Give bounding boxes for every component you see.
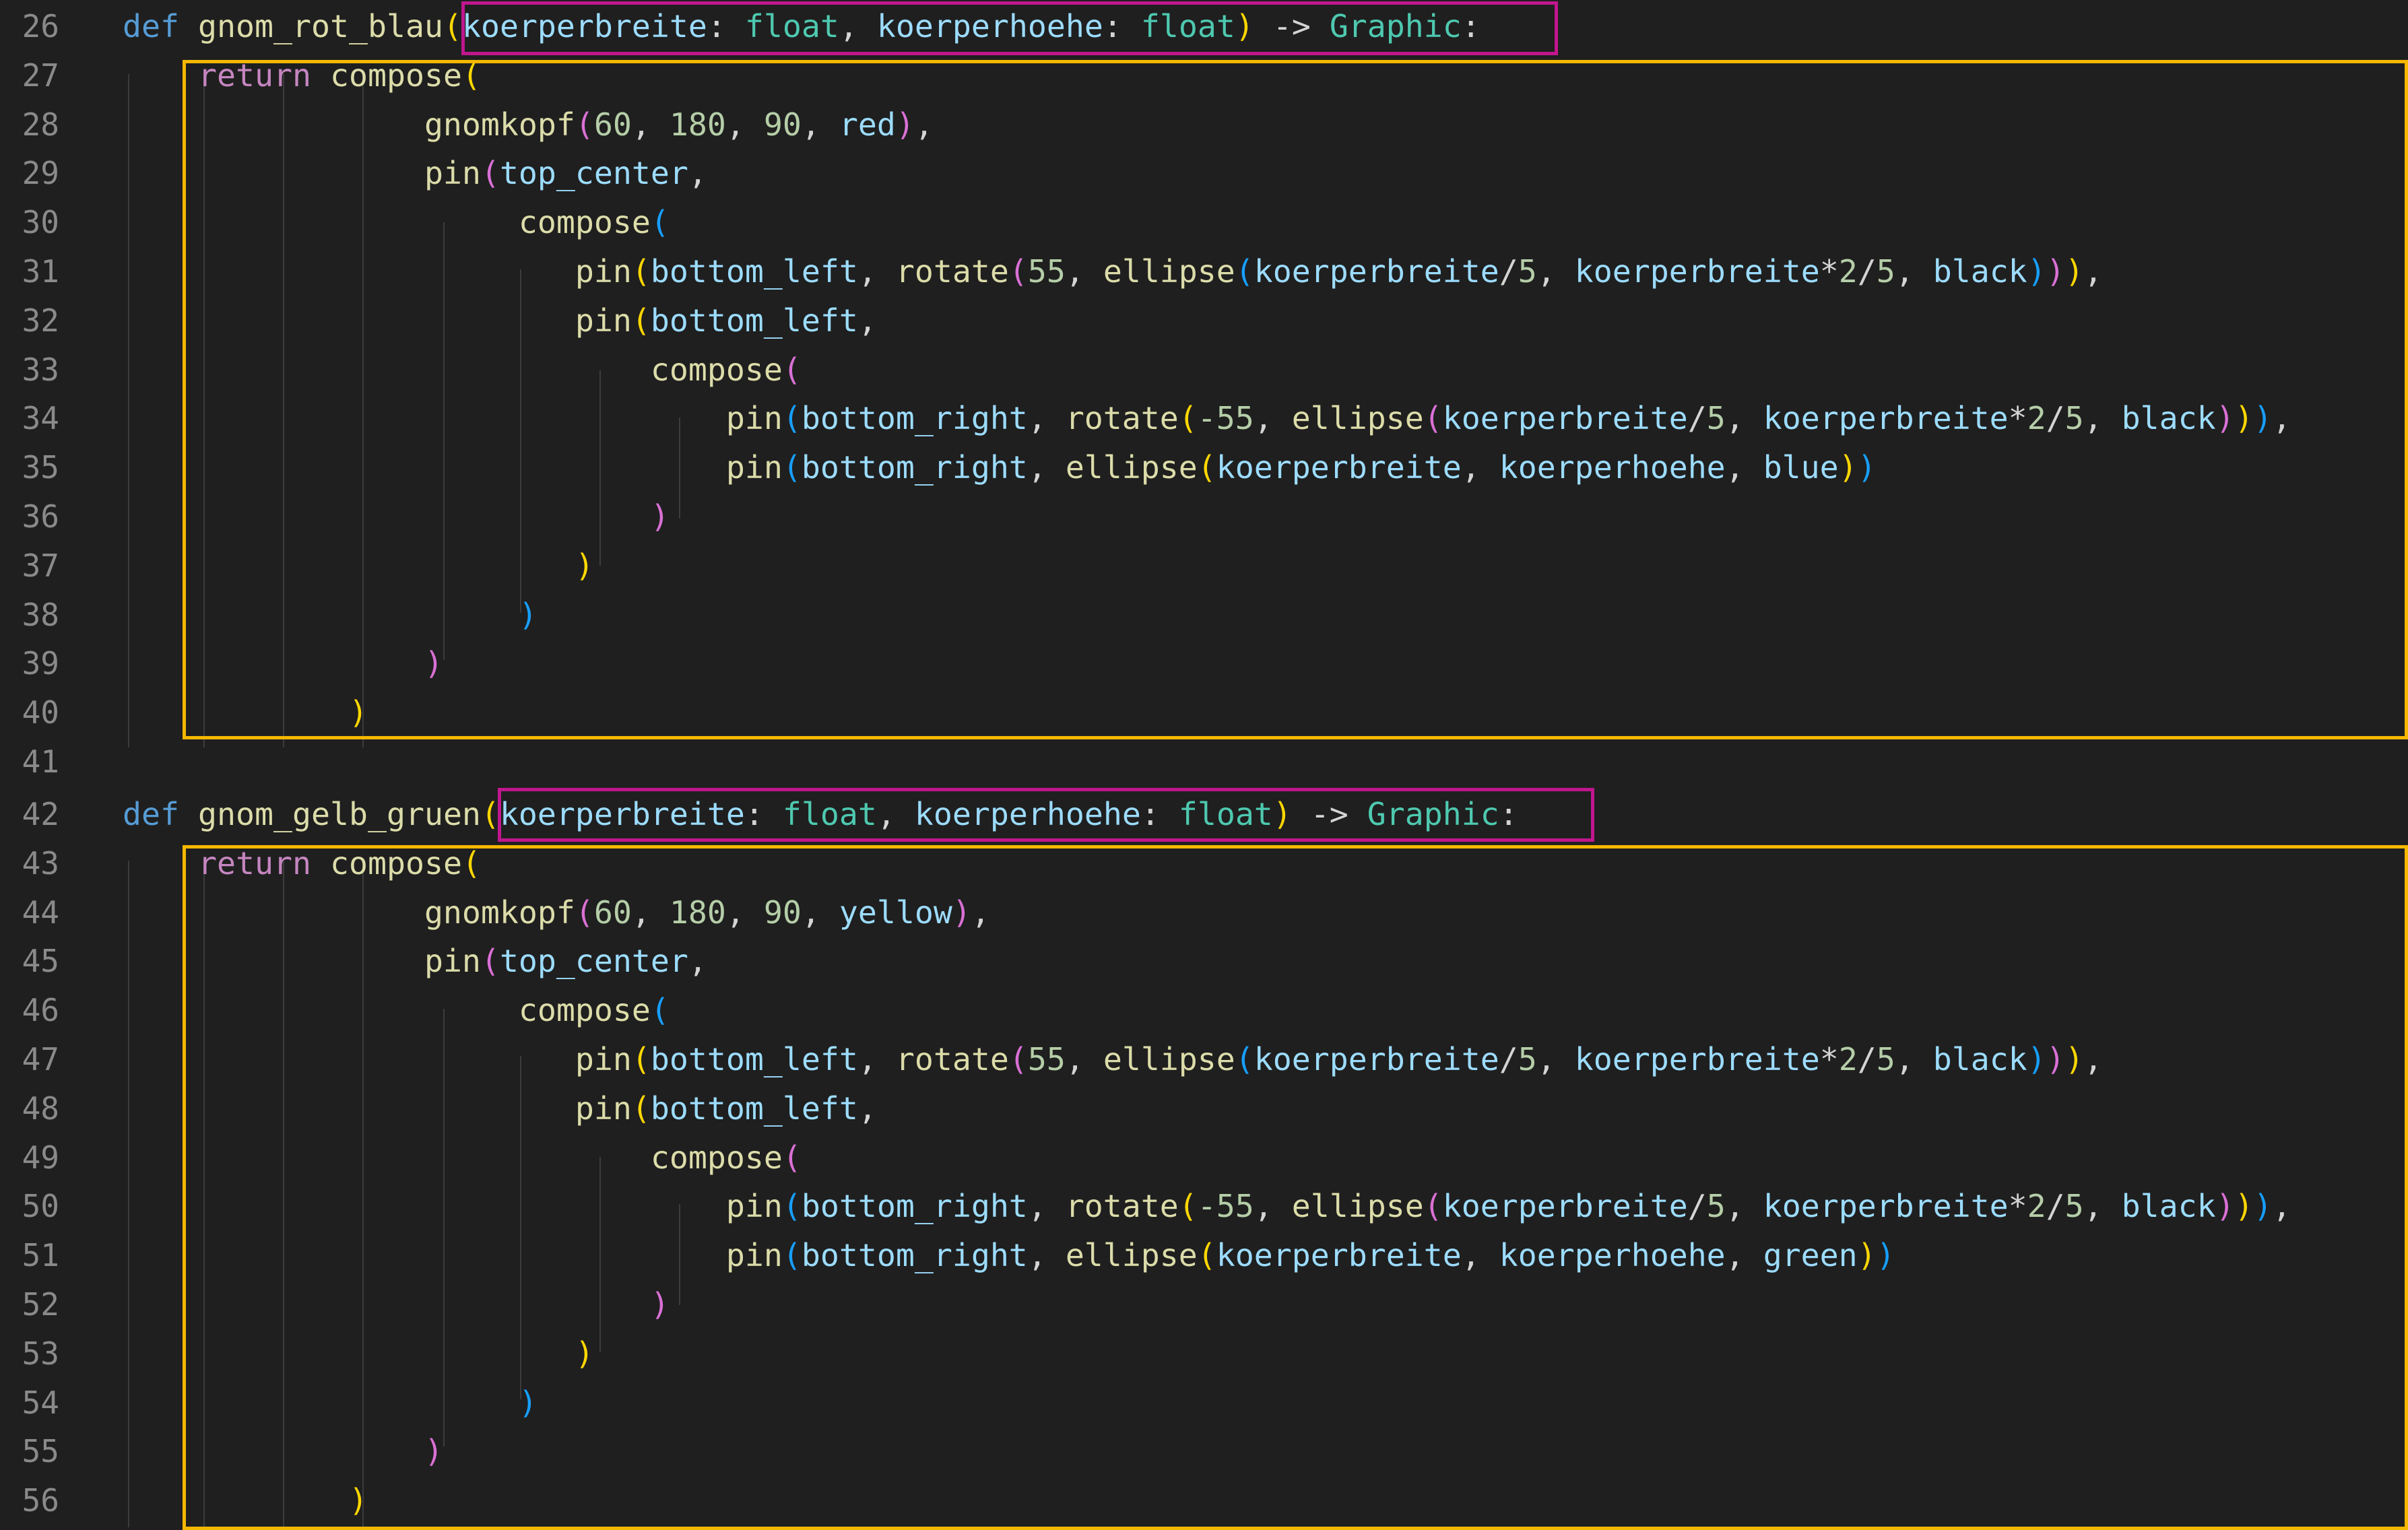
line-number: 32 <box>22 302 59 339</box>
line-number: 38 <box>22 596 59 633</box>
line-number: 36 <box>22 498 59 535</box>
code-token: gnom_rot_blau <box>198 8 443 44</box>
signature-highlight-box <box>461 1 1558 55</box>
body-highlight-box <box>183 845 2408 1530</box>
code-token: gnom_gelb_gruen <box>198 796 481 832</box>
line-number: 50 <box>22 1188 59 1225</box>
signature-highlight-box <box>498 788 1594 842</box>
line-number: 26 <box>22 8 59 44</box>
code-token: def <box>123 796 179 832</box>
line-number: 28 <box>22 106 59 143</box>
line-number: 39 <box>22 645 59 682</box>
line-number: 51 <box>22 1237 59 1274</box>
code-editor[interactable]: 26 def gnom_rot_blau(koerperbreite: float… <box>0 0 2408 1530</box>
line-number: 45 <box>22 943 59 980</box>
line-number: 42 <box>22 796 59 832</box>
line-number: 52 <box>22 1286 59 1323</box>
line-number: 49 <box>22 1139 59 1176</box>
code-token: ( <box>443 8 462 44</box>
line-number: 43 <box>22 844 59 882</box>
line-number: 46 <box>22 992 59 1029</box>
line-number: 35 <box>22 449 59 486</box>
line-number: 48 <box>22 1090 59 1127</box>
code-token: def <box>123 8 179 44</box>
line-number: 29 <box>22 155 59 192</box>
line-number: 30 <box>22 204 59 241</box>
code-token: ( <box>480 796 500 832</box>
line-number: 40 <box>22 694 59 731</box>
line-number: 47 <box>22 1041 59 1077</box>
code-line[interactable]: 41 <box>0 737 2408 787</box>
body-highlight-box <box>183 60 2408 739</box>
line-number: 27 <box>22 57 59 94</box>
line-number: 44 <box>22 894 59 931</box>
line-number: 53 <box>22 1335 59 1372</box>
line-number: 37 <box>22 547 59 584</box>
line-number: 55 <box>22 1433 59 1470</box>
line-number: 54 <box>22 1384 59 1421</box>
line-number: 56 <box>22 1482 59 1519</box>
line-number: 31 <box>22 253 59 290</box>
line-number: 41 <box>22 743 59 780</box>
line-number: 34 <box>22 400 59 437</box>
line-number: 33 <box>22 351 59 388</box>
